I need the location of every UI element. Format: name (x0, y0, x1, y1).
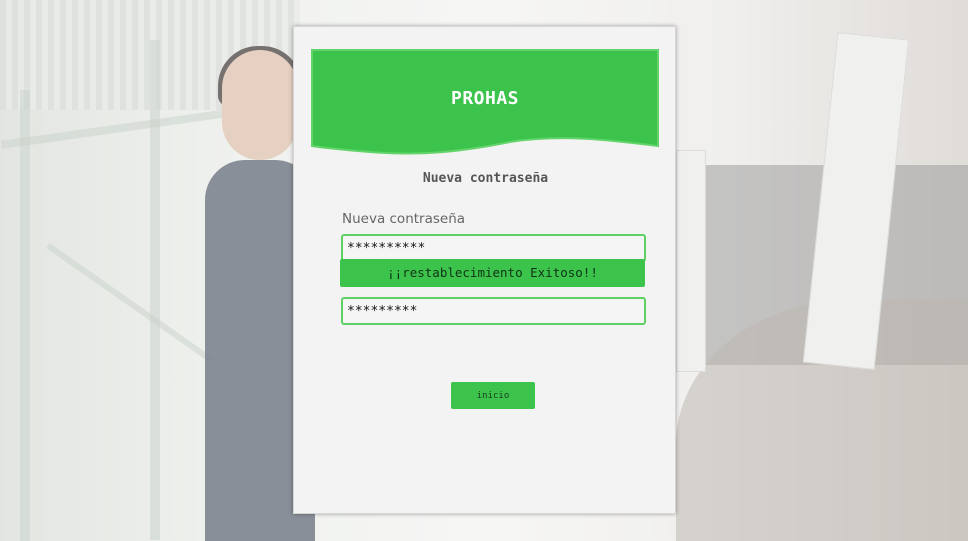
new-password-label: Nueva contraseña (342, 211, 466, 227)
header-banner: PROHAS (310, 48, 660, 158)
form-heading: Nueva contraseña (422, 171, 549, 186)
reset-password-card: PROHAS Nueva contraseña Nueva contraseña… (293, 26, 676, 514)
home-button[interactable]: inicio (451, 382, 535, 409)
confirm-password-input[interactable] (341, 297, 646, 325)
success-toast: ¡¡restablecimiento Exitoso!! (340, 259, 645, 287)
new-password-input[interactable] (341, 234, 646, 262)
brand-title: PROHAS (450, 88, 520, 109)
